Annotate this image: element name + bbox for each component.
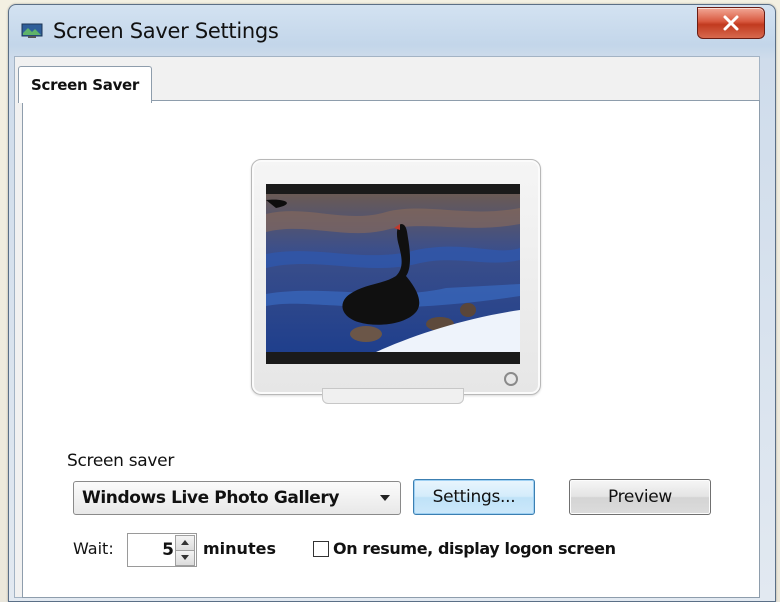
settings-button[interactable]: Settings... — [413, 479, 535, 515]
power-led-icon — [504, 372, 518, 386]
preview-button[interactable]: Preview — [569, 479, 711, 515]
close-icon — [723, 15, 739, 31]
preview-screen — [266, 184, 520, 364]
screen-saver-dropdown[interactable]: Windows Live Photo Gallery — [73, 481, 401, 515]
spin-up-icon[interactable] — [175, 535, 195, 551]
logon-screen-checkbox-label[interactable]: On resume, display logon screen — [333, 539, 616, 558]
wait-minutes-stepper[interactable]: 5 — [127, 533, 197, 567]
screen-saver-label: Screen saver — [67, 451, 175, 471]
window-title: Screen Saver Settings — [53, 19, 279, 43]
wait-label: Wait: — [73, 539, 114, 558]
logon-screen-checkbox[interactable] — [313, 541, 329, 557]
close-button[interactable] — [697, 7, 765, 39]
tab-label: Screen Saver — [31, 76, 140, 94]
dropdown-arrow-icon — [380, 495, 390, 501]
minutes-label: minutes — [203, 539, 276, 558]
tab-screen-saver[interactable]: Screen Saver — [18, 66, 152, 103]
screen-saver-selected: Windows Live Photo Gallery — [82, 488, 340, 508]
tab-content: Screen saver Windows Live Photo Gallery … — [22, 100, 760, 598]
title-bar[interactable]: Screen Saver Settings — [9, 5, 775, 59]
app-icon — [21, 23, 43, 38]
monitor-preview — [251, 159, 541, 404]
monitor-base — [322, 388, 464, 404]
swan-photo-preview — [266, 184, 520, 364]
wait-value[interactable]: 5 — [162, 540, 174, 560]
spin-down-icon[interactable] — [175, 550, 195, 566]
